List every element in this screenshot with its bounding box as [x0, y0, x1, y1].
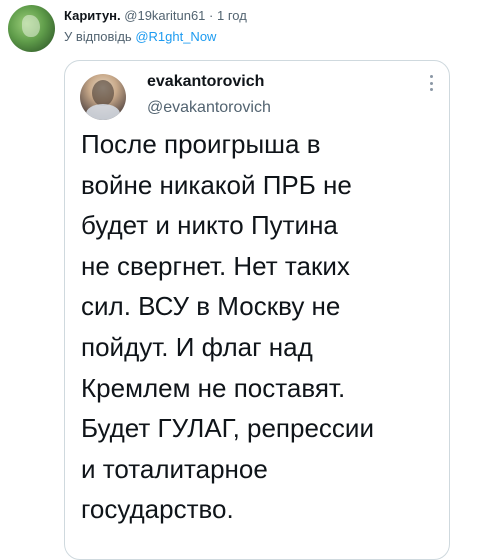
tweet-text-line: пойдут. И флаг над — [81, 331, 313, 362]
reply-context: У відповідь @R1ght_Now — [64, 29, 216, 44]
reply-author-name[interactable]: Каритун. — [64, 8, 121, 23]
reply-timestamp[interactable]: 1 год — [217, 8, 247, 23]
tweet-text-line: и тоталитарное — [81, 453, 268, 484]
quoted-author-name[interactable]: evakantorovich — [147, 73, 264, 91]
quoted-tweet-card[interactable]: evakantorovich @evakantorovich После про… — [64, 60, 450, 560]
tweet-text-line: После проигрыша в — [81, 129, 321, 159]
header-separator: · — [209, 8, 214, 23]
more-options-icon[interactable] — [429, 75, 433, 91]
tweet-text-line: не свергнет. Нет таких — [81, 250, 350, 281]
tweet-text-line: сил. ВСУ в Москву не — [81, 291, 341, 322]
reply-author-handle[interactable]: @19karitun61 — [124, 8, 205, 23]
reply-to-mention-link[interactable]: @R1ght_Now — [135, 29, 216, 44]
reply-author-avatar[interactable] — [8, 5, 55, 52]
tweet-text-line: Кремлем не поставят. — [81, 372, 346, 403]
tweet-text-line: будет и никто Путина — [81, 210, 338, 241]
quoted-tweet-text: После проигрыша в войне никакой ПРБ не б… — [81, 124, 443, 530]
tweet-text-line: войне никакой ПРБ не — [81, 169, 352, 200]
quoted-author-handle[interactable]: @evakantorovich — [147, 99, 271, 117]
quoted-author-avatar[interactable] — [80, 74, 126, 120]
tweet-text-line: Будет ГУЛАГ, репрессии — [81, 413, 374, 444]
reply-header: Каритун. @19karitun61 · 1 год — [64, 8, 247, 23]
reply-to-label: У відповідь — [64, 29, 132, 44]
tweet-text-line: государство. — [81, 494, 234, 525]
